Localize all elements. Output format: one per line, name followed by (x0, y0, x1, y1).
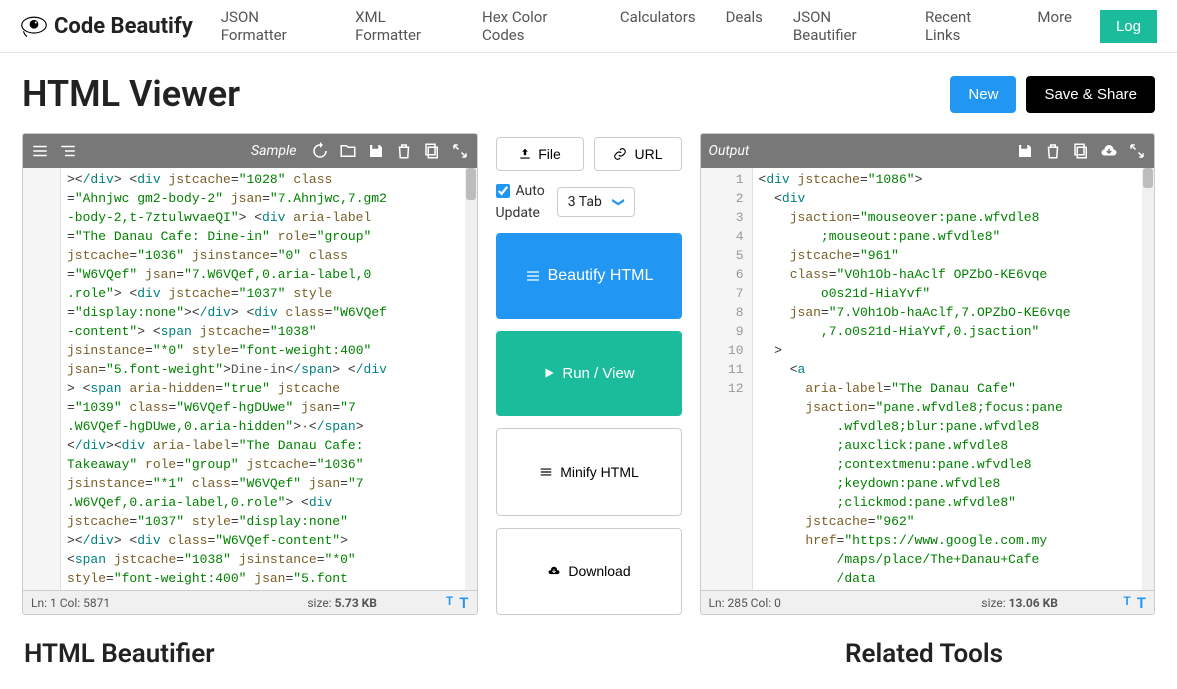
output-code-content[interactable]: <div jstcache="1086"> <div jsaction="mou… (753, 168, 1155, 590)
play-icon (542, 366, 556, 380)
nav-hex-colors[interactable]: Hex Color Codes (482, 8, 590, 44)
copy-icon[interactable] (1072, 142, 1090, 160)
nav-links: JSON Formatter XML Formatter Hex Color C… (221, 8, 1072, 44)
input-editor-panel: Sample ></div> <div jstcache="1028" clas… (22, 133, 478, 615)
input-scrollbar[interactable] (465, 168, 477, 590)
nav-calculators[interactable]: Calculators (620, 8, 696, 44)
folder-open-icon[interactable] (339, 142, 357, 160)
fullscreen-icon[interactable] (451, 142, 469, 160)
compress-icon (538, 465, 554, 479)
output-scrollbar[interactable] (1142, 168, 1154, 590)
input-code-content[interactable]: ></div> <div jstcache="1028" class ="Ahn… (61, 168, 477, 590)
minify-button[interactable]: Minify HTML (496, 428, 682, 516)
html-beautifier-heading: HTML Beautifier (24, 639, 215, 669)
run-button[interactable]: Run / View (496, 331, 682, 417)
cloud-download-icon[interactable] (1100, 142, 1118, 160)
output-label: Output (709, 143, 750, 159)
auto-update-checkbox[interactable]: Auto Update (496, 183, 545, 221)
list-icon[interactable] (31, 142, 49, 160)
output-editor-panel: Output 123 45 6 78910 1112 <div jstcache… (700, 133, 1156, 615)
nav-json-formatter[interactable]: JSON Formatter (221, 8, 325, 44)
indent-icon[interactable] (59, 142, 77, 160)
nav-recent-links[interactable]: Recent Links (925, 8, 1007, 44)
beautify-button[interactable]: Beautify HTML (496, 233, 682, 319)
tab-size-select[interactable]: 3 Tab ❯ (557, 187, 635, 217)
file-button[interactable]: File (496, 137, 584, 171)
upload-icon (518, 147, 532, 161)
related-tools-heading: Related Tools (845, 639, 1003, 669)
center-controls: File URL Auto Update 3 Tab ❯ B (496, 133, 682, 615)
list-icon (524, 268, 542, 284)
input-cursor-pos: Ln: 1 Col: 5871 (31, 596, 238, 610)
input-status-bar: Ln: 1 Col: 5871 size: 5.73 KB TT (23, 590, 477, 614)
fullscreen-icon[interactable] (1128, 142, 1146, 160)
link-icon (612, 147, 628, 161)
text-size-small-icon[interactable]: T (446, 594, 453, 612)
nav-more[interactable]: More (1037, 8, 1072, 44)
login-button[interactable]: Log (1100, 10, 1157, 43)
new-button[interactable]: New (950, 76, 1016, 113)
output-size: size: 13.06 KB (916, 596, 1123, 610)
download-button[interactable]: Download (496, 528, 682, 616)
logo[interactable]: Code Beautify (20, 12, 193, 40)
save-share-button[interactable]: Save & Share (1026, 76, 1155, 113)
input-gutter (23, 168, 61, 590)
text-size-small-icon[interactable]: T (1123, 594, 1130, 612)
nav-deals[interactable]: Deals (726, 8, 763, 44)
page-title: HTML Viewer (22, 73, 240, 115)
output-status-bar: Ln: 285 Col: 0 size: 13.06 KB TT (701, 590, 1155, 614)
save-icon[interactable] (367, 142, 385, 160)
save-icon[interactable] (1016, 142, 1034, 160)
chevron-down-icon: ❯ (612, 197, 626, 207)
history-icon[interactable] (311, 142, 329, 160)
nav-json-beautifier[interactable]: JSON Beautifier (793, 8, 895, 44)
input-code-area[interactable]: ></div> <div jstcache="1028" class ="Ahn… (23, 168, 477, 590)
output-code-area[interactable]: 123 45 6 78910 1112 <div jstcache="1086"… (701, 168, 1155, 590)
output-toolbar: Output (701, 134, 1155, 168)
nav-xml-formatter[interactable]: XML Formatter (355, 8, 452, 44)
copy-icon[interactable] (423, 142, 441, 160)
trash-icon[interactable] (395, 142, 413, 160)
input-toolbar: Sample (23, 134, 477, 168)
logo-icon (20, 12, 48, 40)
trash-icon[interactable] (1044, 142, 1062, 160)
sample-label[interactable]: Sample (251, 143, 297, 159)
output-gutter: 123 45 6 78910 1112 (701, 168, 753, 590)
logo-text: Code Beautify (54, 14, 193, 39)
text-size-large-icon[interactable]: T (1137, 594, 1146, 612)
cloud-download-icon (546, 564, 562, 578)
output-cursor-pos: Ln: 285 Col: 0 (709, 596, 916, 610)
text-size-large-icon[interactable]: T (459, 594, 468, 612)
top-nav: Code Beautify JSON Formatter XML Formatt… (0, 0, 1177, 53)
auto-update-input[interactable] (496, 184, 510, 198)
input-size: size: 5.73 KB (238, 596, 445, 610)
url-button[interactable]: URL (594, 137, 682, 171)
